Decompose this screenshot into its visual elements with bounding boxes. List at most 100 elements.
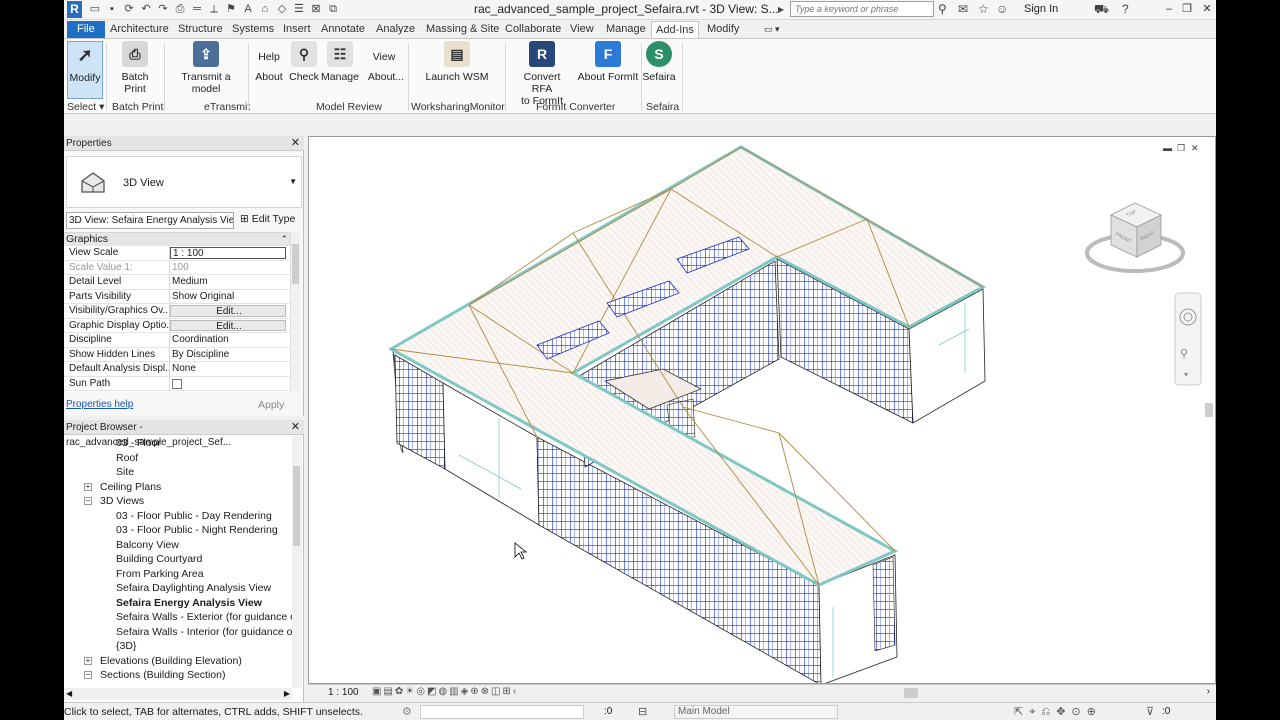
- view-scale-label[interactable]: 1 : 100: [328, 687, 359, 698]
- ribbon-options-icon[interactable]: ▭ ▾: [760, 21, 784, 38]
- expand-icon[interactable]: +: [84, 482, 92, 491]
- batch-print-button[interactable]: ⎙ Batch Print: [110, 41, 160, 95]
- scroll-left-icon[interactable]: ◀: [66, 689, 72, 698]
- tag-icon[interactable]: ⚑: [224, 2, 238, 16]
- tab-annotate[interactable]: Annotate: [317, 21, 369, 38]
- default-analysis-field[interactable]: None: [170, 362, 300, 376]
- graphics-group-header[interactable]: Graphics ⌃: [64, 233, 300, 246]
- discipline-field[interactable]: Coordination: [170, 333, 300, 347]
- check-button[interactable]: ⚲ Check: [288, 41, 320, 83]
- help-icon[interactable]: ?: [1122, 2, 1129, 16]
- apply-button[interactable]: Apply: [258, 399, 284, 411]
- visibility-graphics-edit-button[interactable]: Edit...: [170, 305, 286, 317]
- tree-item[interactable]: Balcony View: [64, 538, 292, 553]
- print-icon[interactable]: ⎙: [173, 2, 187, 16]
- about-formit-button[interactable]: F About FormIt: [576, 41, 640, 83]
- browser-scrollbar[interactable]: [292, 436, 302, 688]
- tree-item[interactable]: Sefaira Walls - Interior (for guidance o…: [64, 625, 292, 640]
- filter-icon[interactable]: ⊽: [1146, 705, 1154, 718]
- collapse-icon[interactable]: −: [84, 671, 92, 679]
- redo-icon[interactable]: ↷: [156, 2, 170, 16]
- properties-scrollbar[interactable]: [290, 232, 300, 392]
- tab-analyze[interactable]: Analyze: [372, 21, 419, 38]
- tree-item[interactable]: {3D}: [64, 639, 292, 654]
- design-options-icon[interactable]: ⊟: [638, 705, 647, 718]
- browser-horizontal-scrollbar[interactable]: ◀ ▶: [64, 688, 292, 700]
- expand-icon[interactable]: +: [84, 656, 92, 665]
- view-button[interactable]: View: [364, 51, 404, 63]
- cart-icon[interactable]: ⛟: [1094, 2, 1109, 18]
- select-dropdown[interactable]: Select ▾: [67, 101, 104, 113]
- view-window-controls[interactable]: ▬ ❐ ✕: [1163, 143, 1199, 153]
- detail-level-field[interactable]: Medium: [170, 275, 300, 289]
- close-hidden-icon[interactable]: ⊠: [309, 2, 323, 16]
- chevron-down-icon[interactable]: ▼: [289, 177, 297, 186]
- scroll-right-icon[interactable]: ›: [1207, 686, 1210, 697]
- tab-collaborate[interactable]: Collaborate: [501, 21, 565, 38]
- type-selector[interactable]: 3D View ▼: [66, 156, 302, 208]
- measure-icon[interactable]: ═: [190, 2, 204, 16]
- tree-item-selected[interactable]: Sefaira Energy Analysis View: [64, 596, 292, 611]
- switch-windows-icon[interactable]: ⧉: [326, 2, 340, 16]
- scroll-thumb[interactable]: [293, 466, 300, 546]
- parts-visibility-field[interactable]: Show Original: [170, 290, 300, 304]
- communication-icon[interactable]: ✉: [958, 2, 968, 16]
- tab-modify[interactable]: Modify: [703, 21, 743, 38]
- workset-selector[interactable]: [420, 705, 584, 719]
- open-icon[interactable]: ▭: [88, 2, 102, 16]
- sun-path-checkbox[interactable]: [172, 378, 182, 389]
- minimize-button[interactable]: –: [1160, 1, 1178, 17]
- tree-item[interactable]: 03 - Floor Public - Night Rendering: [64, 523, 292, 538]
- sefaira-button[interactable]: S Sefaira: [642, 41, 676, 83]
- user-icon[interactable]: ☺: [996, 2, 1008, 16]
- graphic-display-edit-button[interactable]: Edit...: [170, 319, 286, 331]
- revit-logo-icon[interactable]: R: [67, 1, 82, 18]
- binoculars-icon[interactable]: ⚲: [938, 2, 947, 16]
- close-button[interactable]: ✕: [1198, 1, 1216, 17]
- tree-item[interactable]: Building Courtyard: [64, 552, 292, 567]
- tree-item[interactable]: 03 - Floor Public - Day Rendering: [64, 509, 292, 524]
- collapse-icon[interactable]: −: [84, 497, 92, 505]
- close-icon[interactable]: ✕: [291, 420, 300, 435]
- view-control-icons[interactable]: ▣▤✿☀◎◩◍▥◈⊕⊗◫⊞‹: [372, 686, 518, 697]
- about-button[interactable]: About: [252, 71, 286, 83]
- view-scale-field[interactable]: 1 : 100: [170, 247, 286, 259]
- save-icon[interactable]: ▪: [105, 2, 119, 16]
- tab-systems[interactable]: Systems: [228, 21, 278, 38]
- tree-item[interactable]: Site: [64, 465, 292, 480]
- close-icon[interactable]: ✕: [291, 136, 300, 151]
- tree-item[interactable]: Sefaira Daylighting Analysis View: [64, 581, 292, 596]
- tree-item[interactable]: Sefaira Walls - Exterior (for guidance o…: [64, 610, 292, 625]
- tree-item[interactable]: From Parking Area: [64, 567, 292, 582]
- restore-button[interactable]: ❐: [1178, 1, 1196, 17]
- section-icon[interactable]: ◇: [275, 2, 289, 16]
- tab-file[interactable]: File: [67, 21, 105, 38]
- tab-view[interactable]: View: [566, 21, 598, 38]
- tree-item-elevations[interactable]: + Elevations (Building Elevation): [64, 654, 292, 669]
- sync-icon[interactable]: ⟳: [122, 2, 136, 16]
- selection-filter-icons[interactable]: ⇱⌖⎌✥⊙⊕: [1014, 705, 1102, 719]
- worksets-icon[interactable]: ⚙: [402, 705, 412, 718]
- tab-insert[interactable]: Insert: [279, 21, 315, 38]
- thin-lines-icon[interactable]: ☰: [292, 2, 306, 16]
- tree-item-3d-views[interactable]: − 3D Views: [64, 494, 292, 509]
- edit-type-button[interactable]: ⊞ Edit Type: [240, 213, 295, 225]
- modify-button[interactable]: ➚ Modify: [67, 41, 103, 99]
- search-input[interactable]: Type a keyword or phrase: [790, 1, 934, 17]
- scroll-right-icon[interactable]: ▶: [284, 689, 290, 698]
- tab-manage[interactable]: Manage: [602, 21, 650, 38]
- properties-help-link[interactable]: Properties help: [66, 399, 133, 410]
- navigation-bar[interactable]: ⚲ ▾: [1174, 292, 1202, 386]
- tree-item[interactable]: Roof: [64, 451, 292, 466]
- favorites-star-icon[interactable]: ☆: [978, 2, 989, 16]
- design-option-selector[interactable]: Main Model: [674, 705, 838, 719]
- 3d-viewport[interactable]: ▬ ❐ ✕ TOP FRONT RIGHT ⚲ ▾: [308, 136, 1216, 686]
- undo-icon[interactable]: ↶: [139, 2, 153, 16]
- viewport-scroll-thumb[interactable]: [1205, 403, 1213, 417]
- viewcube[interactable]: TOP FRONT RIGHT: [1085, 202, 1185, 273]
- sign-in-button[interactable]: Sign In: [1024, 3, 1058, 15]
- dimension-icon[interactable]: ⟂: [207, 2, 221, 16]
- collapse-icon[interactable]: ⌃: [280, 233, 288, 246]
- tree-item-sections[interactable]: − Sections (Building Section): [64, 668, 292, 683]
- transmit-model-button[interactable]: ⇪ Transmit a model: [167, 41, 245, 95]
